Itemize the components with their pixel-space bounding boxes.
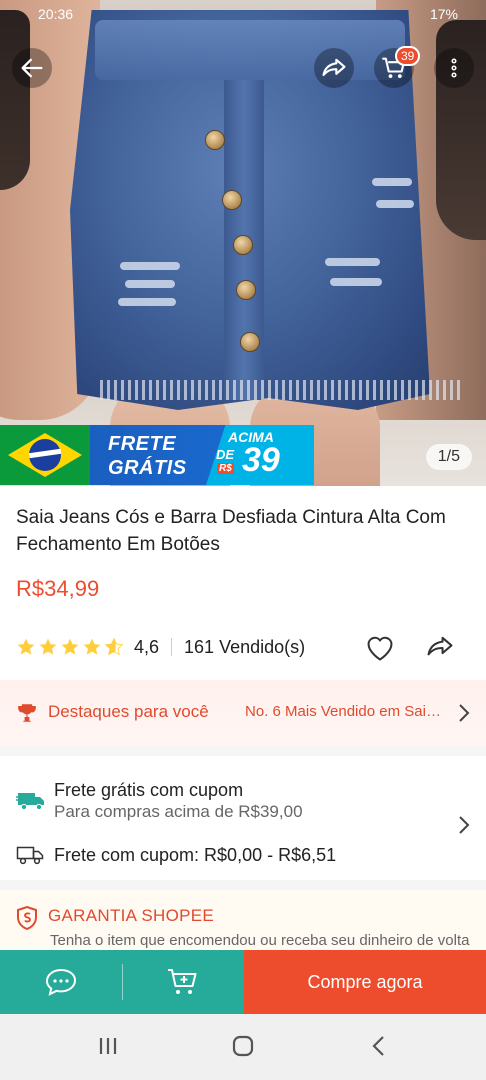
chat-button[interactable] xyxy=(0,950,122,1014)
free-shipping-subtitle: Para compras acima de R$39,00 xyxy=(54,802,303,821)
trophy-icon xyxy=(18,704,36,722)
shipping-section[interactable]: Frete grátis com cupom Para compras acim… xyxy=(0,756,486,880)
shield-icon xyxy=(17,906,37,930)
highlights-value: No. 6 Mais Vendido em Saias xyxy=(245,703,441,720)
guarantee-section[interactable]: GARANTIA SHOPEE Tenha o item que encomen… xyxy=(0,890,486,950)
add-to-cart-button[interactable] xyxy=(122,950,244,1014)
free-shipping-banner: FRETE GRÁTIS ACIMA DE R$ 39 xyxy=(0,425,314,485)
rating-value: 4,6 xyxy=(134,636,160,657)
bottom-action-bar: Compre agora xyxy=(0,950,486,1014)
product-page: 20:36 17% 39 FRETE GRÁTIS ACIMA DE R$ 39… xyxy=(0,0,486,1080)
guarantee-subtitle: Tenha o item que encomendou ou receba se… xyxy=(50,932,470,949)
truck-icon xyxy=(16,846,44,865)
banner-line2: GRÁTIS xyxy=(108,457,187,479)
product-image[interactable]: 20:36 17% 39 FRETE GRÁTIS ACIMA DE R$ 39… xyxy=(0,0,486,486)
banner-amount: 39 xyxy=(242,441,280,479)
recent-apps-icon[interactable] xyxy=(96,1034,120,1058)
coupon-shipping-text: Frete com cupom: R$0,00 - R$6,51 xyxy=(54,845,337,865)
brazil-flag-icon xyxy=(0,425,90,485)
product-info: Saia Jeans Cós e Barra Desfiada Cintura … xyxy=(0,486,486,680)
image-counter: 1/5 xyxy=(425,444,472,470)
share-icon xyxy=(322,58,346,77)
rating-stars xyxy=(16,637,124,657)
more-options-button[interactable] xyxy=(434,48,474,88)
star-icon xyxy=(61,638,79,655)
favorite-button[interactable] xyxy=(364,634,396,667)
back-arrow-icon xyxy=(21,58,43,78)
product-title: Saia Jeans Cós e Barra Desfiada Cintura … xyxy=(16,507,446,555)
status-time: 20:36 xyxy=(38,6,74,22)
buy-now-button[interactable]: Compre agora xyxy=(244,950,486,1014)
system-nav-bar xyxy=(0,1014,486,1080)
back-button[interactable] xyxy=(12,48,52,88)
chat-icon xyxy=(45,968,77,996)
guarantee-title: GARANTIA SHOPEE xyxy=(48,906,215,925)
star-half-icon xyxy=(104,637,124,656)
chevron-right-icon xyxy=(459,816,470,834)
share-product-button[interactable] xyxy=(424,634,456,667)
sold-count: 161 Vendido(s) xyxy=(184,636,306,657)
back-nav-icon[interactable] xyxy=(368,1034,392,1058)
banner-line1: FRETE xyxy=(108,433,177,455)
banner-currency: R$ xyxy=(217,463,234,474)
chevron-right-icon xyxy=(459,704,470,722)
product-price: R$34,99 xyxy=(16,576,100,601)
share-button[interactable] xyxy=(314,48,354,88)
star-icon xyxy=(83,638,101,655)
battery-level: 17% xyxy=(429,6,458,22)
share-icon xyxy=(427,636,453,656)
add-to-cart-icon xyxy=(168,969,197,994)
banner-de: DE xyxy=(216,447,235,462)
status-bar: 20:36 17% xyxy=(0,0,486,30)
star-icon xyxy=(17,638,35,655)
home-icon[interactable] xyxy=(231,1034,255,1058)
heart-icon xyxy=(367,636,393,661)
highlights-label: Destaques para você xyxy=(48,702,209,721)
free-shipping-truck-icon xyxy=(16,793,44,811)
cart-count-badge: 39 xyxy=(395,46,421,66)
star-icon xyxy=(39,638,57,655)
highlights-row[interactable]: Destaques para você No. 6 Mais Vendido e… xyxy=(0,680,486,746)
more-vertical-icon xyxy=(451,58,457,78)
free-shipping-title: Frete grátis com cupom xyxy=(54,780,244,800)
rating-row[interactable]: 4,6 161 Vendido(s) xyxy=(16,634,305,660)
